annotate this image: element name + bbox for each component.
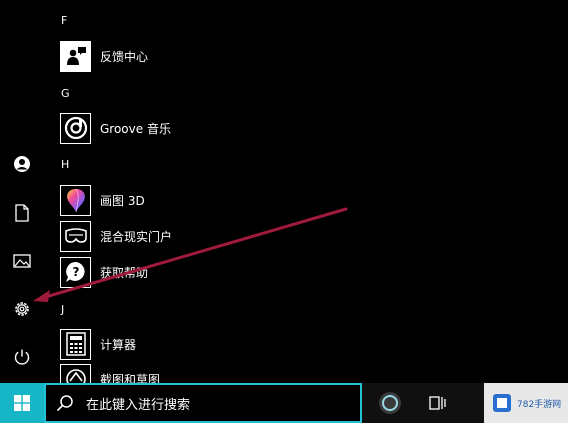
app-item-snip-sketch[interactable]: 截图和草图 — [60, 362, 360, 383]
cortana-icon — [379, 392, 401, 414]
groove-music-icon — [60, 112, 91, 144]
app-label: 获取帮助 — [100, 265, 149, 280]
watermark-logo-icon — [493, 394, 511, 412]
app-label: 画图 3D — [100, 193, 145, 208]
power-icon — [14, 349, 30, 365]
user-icon — [14, 156, 30, 172]
task-view-icon — [429, 396, 446, 410]
app-item-calculator[interactable]: 计算器 — [60, 327, 360, 361]
group-header-h[interactable]: H — [61, 155, 69, 175]
settings-button[interactable] — [6, 293, 38, 325]
settings-icon — [15, 302, 29, 316]
taskbar: 在此键入进行搜索 — [0, 383, 568, 423]
user-button[interactable] — [6, 148, 38, 180]
cortana-button[interactable] — [368, 385, 412, 421]
feedback-hub-icon — [60, 40, 91, 72]
app-label: Groove 音乐 — [100, 121, 171, 136]
snip-sketch-icon — [60, 363, 91, 383]
app-label: 混合现实门户 — [100, 229, 173, 244]
search-placeholder: 在此键入进行搜索 — [86, 397, 191, 413]
mixed-reality-icon — [60, 220, 91, 252]
watermark-text: 782手游网 — [517, 399, 562, 410]
svg-text:?: ? — [72, 265, 79, 279]
site-watermark: 782手游网 — [484, 383, 568, 423]
app-item-paint-3d[interactable]: 画图 3D — [60, 183, 360, 217]
search-icon — [56, 395, 73, 412]
app-label: 计算器 — [100, 337, 137, 352]
group-header-j[interactable]: J — [61, 300, 64, 320]
app-label: 截图和草图 — [100, 372, 161, 384]
start-rail — [0, 0, 44, 383]
start-button[interactable] — [0, 383, 44, 423]
windows-logo-icon — [14, 395, 30, 411]
app-item-groove-music[interactable]: Groove 音乐 — [60, 111, 360, 145]
get-help-icon: ? — [60, 256, 91, 288]
calculator-icon — [60, 328, 91, 360]
task-view-button[interactable] — [416, 385, 460, 421]
pictures-button[interactable] — [6, 245, 38, 277]
paint-3d-icon — [60, 184, 91, 216]
app-item-feedback-hub[interactable]: 反馈中心 — [60, 39, 360, 73]
app-item-get-help[interactable]: ? 获取帮助 — [60, 255, 360, 289]
app-item-mixed-reality-portal[interactable]: 混合现实门户 — [60, 219, 360, 253]
group-header-f[interactable]: F — [61, 11, 67, 31]
power-button[interactable] — [6, 341, 38, 373]
group-header-g[interactable]: G — [61, 84, 70, 104]
search-box[interactable]: 在此键入进行搜索 — [44, 383, 362, 423]
documents-button[interactable] — [6, 197, 38, 229]
app-list[interactable]: F 反馈中心 G Groove 音乐 H 画图 3D 混合现实门户 ? 获取帮助… — [48, 0, 378, 383]
pictures-icon — [13, 254, 31, 268]
documents-icon — [15, 204, 29, 222]
app-label: 反馈中心 — [100, 49, 149, 64]
